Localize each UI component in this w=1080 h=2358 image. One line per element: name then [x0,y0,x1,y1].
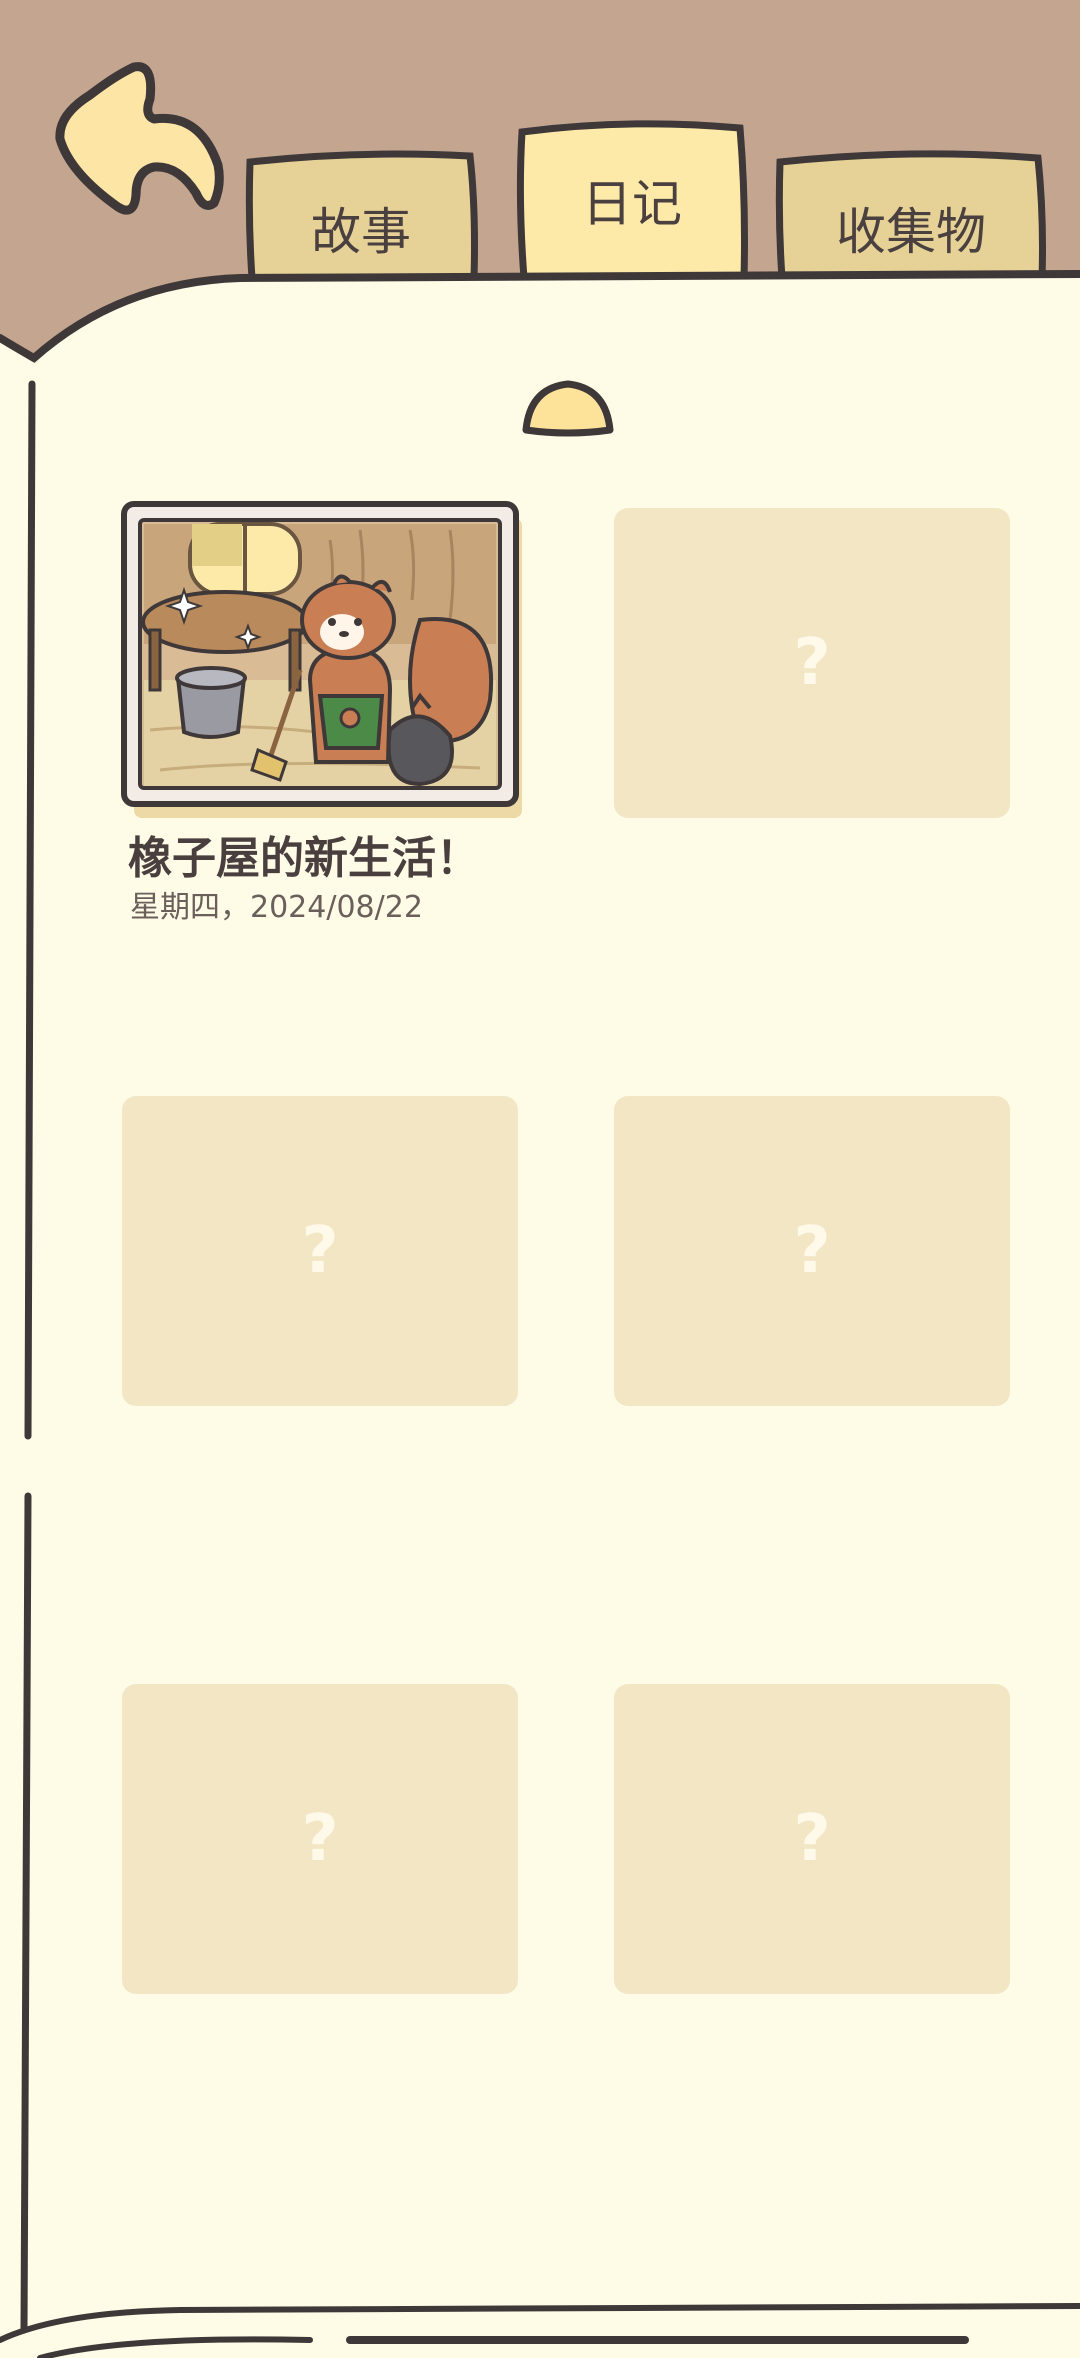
locked-entry-card[interactable]: ? [122,1096,518,1406]
tab-collection[interactable]: 收集物 [778,150,1044,270]
tab-diary[interactable]: 日记 [518,122,746,270]
question-mark-icon: ? [301,1214,339,1288]
question-mark-icon: ? [301,1802,339,1876]
question-mark-icon: ? [793,1214,831,1288]
question-mark-icon: ? [793,1802,831,1876]
dome-indicator-icon [522,380,614,437]
diary-entry-title: 橡子屋的新生活！ [128,833,480,884]
locked-entry-card[interactable]: ? [122,1684,518,1994]
locked-entry-card[interactable]: ? [614,508,1010,818]
locked-entry-card[interactable]: ? [614,1096,1010,1406]
diary-entry-card[interactable] [120,500,525,820]
tab-story-label: 故事 [311,203,411,261]
locked-entry-card[interactable]: ? [614,1684,1010,1994]
tab-diary-label: 日记 [582,175,682,233]
tab-collection-label: 收集物 [836,203,986,261]
tab-story[interactable]: 故事 [246,150,476,270]
page-indicator [520,378,616,438]
diary-entry-illustration [121,501,522,818]
back-button[interactable] [50,55,240,230]
back-arrow-icon [55,62,224,215]
question-mark-icon: ? [793,626,831,700]
diary-entry-date: 星期四，2024/08/22 [130,890,423,925]
